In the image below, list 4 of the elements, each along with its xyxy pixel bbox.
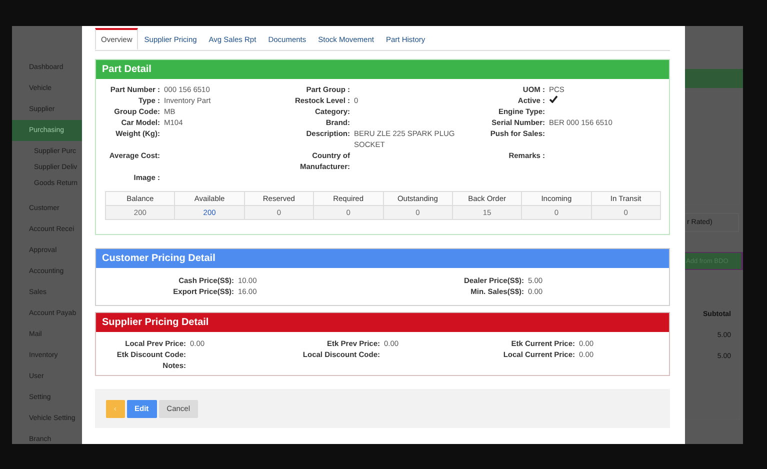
panel-header: Part Detail bbox=[96, 60, 669, 79]
panel-header: Customer Pricing Detail bbox=[96, 249, 669, 268]
panel-header: Supplier Pricing Detail bbox=[96, 313, 669, 332]
header-bar bbox=[685, 69, 743, 88]
